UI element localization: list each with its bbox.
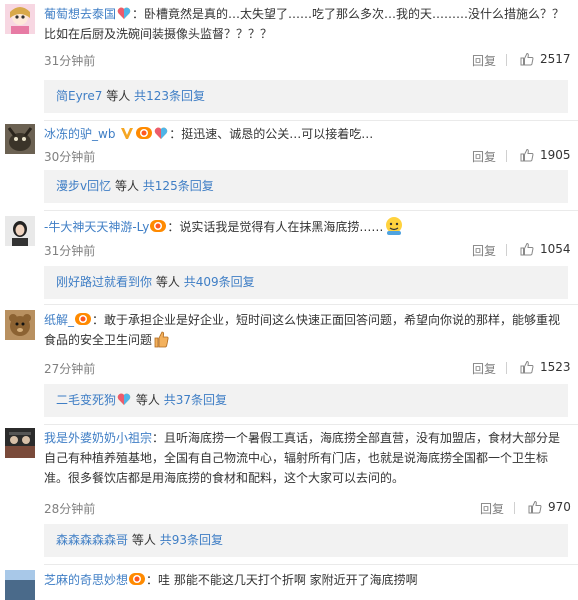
comment-text: 我是外婆奶奶小祖宗：且听海底捞一个暑假工真话，海底捞全部直营，没有加盟店，食材大…	[44, 428, 568, 488]
divider	[506, 362, 507, 374]
replies-preview[interactable]: 简Eyre7 等人 共123条回复	[44, 80, 568, 113]
comment-text: -牛大神天天神游-Ly ：说实话我是觉得有人在抹黑海底捞……	[44, 216, 568, 237]
username-link[interactable]: 冰冻的驴_wb	[44, 127, 115, 141]
like-button[interactable]: 1054	[520, 242, 571, 256]
comment-text: 纸解_ ：敢于承担企业是好企业，短时间这么快速正面回答问题，希望向你说的那样，能够…	[44, 310, 568, 350]
comment-meta: 30分钟前 回复 1905	[44, 148, 571, 165]
avatar[interactable]	[5, 4, 35, 34]
divider	[514, 502, 515, 514]
comment-meta: 31分钟前 回复 2517	[44, 52, 571, 69]
timestamp: 30分钟前	[44, 150, 96, 164]
comment-divider	[44, 424, 578, 425]
comment-divider	[44, 564, 578, 565]
replies-preview[interactable]: 二毛变死狗 等人 共37条回复	[44, 384, 568, 417]
reply-count-link[interactable]: 共125条回复	[143, 179, 214, 193]
comment-meta: 31分钟前 回复 1054	[44, 242, 571, 259]
comment-divider	[44, 304, 578, 305]
reply-count-link[interactable]: 共93条回复	[160, 533, 223, 547]
thumbs-up-outline-icon	[528, 500, 542, 514]
thumbs-up-outline-icon	[520, 52, 534, 66]
avatar[interactable]	[5, 310, 35, 340]
others-label: 等人	[114, 179, 139, 193]
comment-body: ：哇 那能不能这几天打个折啊 家附近开了海底捞啊	[146, 573, 418, 587]
thumbs-up-outline-icon	[520, 360, 534, 374]
username-link[interactable]: -牛大神天天神游-Ly	[44, 220, 149, 234]
comment-text: 葡萄想去泰国 ：卧槽竟然是真的…太失望了……吃了那么多次…我的天………没什么措施么…	[44, 4, 568, 44]
timestamp: 31分钟前	[44, 54, 96, 68]
thumbs-up-outline-icon	[520, 148, 534, 162]
comment-body: ：挺迅速、诚恳的公关…可以接着吃…	[169, 127, 374, 141]
thumbs-up-icon	[153, 330, 169, 348]
reply-count-link[interactable]: 共123条回复	[134, 89, 205, 103]
others-label: 等人	[131, 533, 156, 547]
comment-body: ：说实话我是觉得有人在抹黑海底捞……	[167, 220, 384, 234]
timestamp: 28分钟前	[44, 502, 96, 516]
like-count: 1523	[540, 360, 571, 374]
others-label: 等人	[106, 89, 131, 103]
comment-text: 芝麻的奇思妙想 ：哇 那能不能这几天打个折啊 家附近开了海底捞啊	[44, 570, 568, 590]
divider	[506, 54, 507, 66]
thumbs-up-outline-icon	[520, 242, 534, 256]
vip-icon	[136, 126, 153, 140]
like-button[interactable]: 1905	[520, 148, 571, 162]
like-button[interactable]: 970	[528, 500, 571, 514]
reply-button[interactable]: 回复	[472, 52, 496, 69]
username-link[interactable]: 我是外婆奶奶小祖宗	[44, 431, 152, 445]
reply-username[interactable]: 漫步v回忆	[56, 179, 111, 193]
vip-icon	[150, 219, 167, 233]
reply-username[interactable]: 森森森森森哥	[56, 533, 128, 547]
like-count: 970	[548, 500, 571, 514]
reply-username[interactable]: 二毛变死狗	[56, 393, 116, 407]
timestamp: 31分钟前	[44, 244, 96, 258]
username-link[interactable]: 纸解_	[44, 313, 74, 327]
reply-button[interactable]: 回复	[472, 360, 496, 377]
avatar[interactable]	[5, 124, 35, 154]
others-label: 等人	[135, 393, 160, 407]
reply-count-link[interactable]: 共37条回复	[164, 393, 227, 407]
avatar[interactable]	[5, 428, 35, 458]
divider	[506, 244, 507, 256]
comment-divider	[44, 120, 578, 121]
comment-text: 冰冻的驴_wb ：挺迅速、诚恳的公关…可以接着吃…	[44, 124, 568, 144]
smiley-icon	[384, 216, 404, 236]
heart-rainbow-icon	[154, 126, 168, 140]
reply-button[interactable]: 回复	[472, 242, 496, 259]
comment-divider	[44, 210, 578, 211]
reply-button[interactable]: 回复	[472, 148, 496, 165]
timestamp: 27分钟前	[44, 362, 96, 376]
vip-icon	[129, 572, 146, 586]
vip-icon	[75, 312, 92, 326]
like-button[interactable]: 1523	[520, 360, 571, 374]
v-badge-icon	[120, 126, 134, 140]
like-count: 2517	[540, 52, 571, 66]
username-link[interactable]: 葡萄想去泰国	[44, 7, 116, 21]
heart-rainbow-icon	[117, 386, 131, 405]
like-count: 1054	[540, 242, 571, 256]
reply-username[interactable]: 简Eyre7	[56, 89, 102, 103]
heart-rainbow-icon	[117, 6, 131, 20]
replies-preview[interactable]: 漫步v回忆 等人 共125条回复	[44, 170, 568, 203]
replies-preview[interactable]: 刚好路过就看到你 等人 共409条回复	[44, 266, 568, 299]
username-link[interactable]: 芝麻的奇思妙想	[44, 573, 128, 587]
avatar[interactable]	[5, 216, 35, 246]
reply-button[interactable]: 回复	[480, 500, 504, 517]
comment-meta: 28分钟前 回复 970	[44, 500, 571, 517]
reply-count-link[interactable]: 共409条回复	[184, 275, 255, 289]
replies-preview[interactable]: 森森森森森哥 等人 共93条回复	[44, 524, 568, 557]
reply-username[interactable]: 刚好路过就看到你	[56, 275, 152, 289]
avatar[interactable]	[5, 570, 35, 600]
comment-meta: 27分钟前 回复 1523	[44, 360, 571, 377]
others-label: 等人	[155, 275, 180, 289]
like-count: 1905	[540, 148, 571, 162]
like-button[interactable]: 2517	[520, 52, 571, 66]
comment-body: ：敢于承担企业是好企业，短时间这么快速正面回答问题，希望向你说的那样，能够重视食…	[44, 313, 561, 347]
divider	[506, 150, 507, 162]
